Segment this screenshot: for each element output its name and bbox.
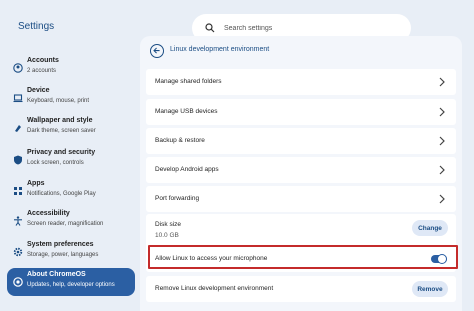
microphone-toggle[interactable]	[431, 254, 447, 264]
sidebar-item-privacy[interactable]: Privacy and security Lock screen, contro…	[7, 146, 135, 174]
sidebar-item-title: Device	[27, 87, 50, 94]
sidebar-item-subtitle: 2 accounts	[27, 68, 57, 74]
sidebar-item-accounts[interactable]: Accounts 2 accounts	[7, 54, 135, 82]
chevron-right-icon	[439, 165, 445, 175]
laptop-icon	[13, 94, 23, 103]
change-disk-size-button[interactable]: Change	[412, 220, 448, 236]
main-panel: Linux development environment Manage sha…	[140, 36, 462, 311]
chevron-right-icon	[439, 107, 445, 117]
account-icon	[13, 63, 23, 73]
settings-window: Settings Accounts 2 accounts Device Keyb…	[0, 0, 474, 311]
search-icon	[205, 23, 215, 33]
sidebar-item-title: Apps	[27, 180, 45, 187]
sidebar-item-accessibility[interactable]: Accessibility Screen reader, magnificati…	[7, 207, 135, 235]
sidebar-item-subtitle: Lock screen, controls	[27, 160, 84, 166]
sidebar-item-subtitle: Updates, help, developer options	[27, 282, 115, 288]
sidebar-item-title: Wallpaper and style	[27, 117, 93, 124]
sidebar-item-subtitle: Keyboard, mouse, print	[27, 98, 90, 104]
sidebar-item-apps[interactable]: Apps Notifications, Google Play	[7, 177, 135, 205]
sidebar-item-title: Accessibility	[27, 210, 70, 217]
develop-android-apps-row[interactable]: Develop Android apps	[146, 157, 456, 183]
sidebar-item-subtitle: Screen reader, magnification	[27, 221, 104, 227]
sidebar-item-about[interactable]: About ChromeOS Updates, help, developer …	[7, 268, 135, 296]
sidebar: Accounts 2 accounts Device Keyboard, mou…	[0, 50, 136, 311]
sidebar-item-title: Privacy and security	[27, 149, 96, 156]
disk-size-label: Disk size	[155, 221, 182, 228]
app-title: Settings	[18, 21, 55, 32]
disk-size-row: Disk size 10.0 GB Change	[146, 214, 456, 250]
microphone-access-row[interactable]: Allow Linux to access your microphone	[146, 246, 456, 272]
search-input[interactable]	[224, 20, 394, 36]
toggle-knob	[437, 254, 447, 264]
row-label: Manage USB devices	[155, 108, 218, 115]
sidebar-item-system[interactable]: System preferences Storage, power, langu…	[7, 238, 135, 266]
sidebar-item-wallpaper[interactable]: Wallpaper and style Dark theme, screen s…	[7, 114, 135, 142]
chevron-right-icon	[439, 77, 445, 87]
row-label: Manage shared folders	[155, 78, 222, 85]
sidebar-item-title: Accounts	[27, 57, 59, 64]
shield-icon	[14, 155, 22, 165]
gear-icon	[13, 247, 23, 257]
manage-usb-devices-row[interactable]: Manage USB devices	[146, 99, 456, 125]
sidebar-item-device[interactable]: Device Keyboard, mouse, print	[7, 84, 135, 112]
sidebar-item-subtitle: Dark theme, screen saver	[27, 128, 96, 134]
back-arrow-icon[interactable]	[150, 44, 164, 58]
disk-size-value: 10.0 GB	[155, 232, 179, 239]
row-label: Port forwarding	[155, 195, 200, 202]
chevron-right-icon	[439, 194, 445, 204]
sidebar-item-subtitle: Notifications, Google Play	[27, 191, 96, 197]
sidebar-item-title: System preferences	[27, 241, 94, 248]
apps-grid-icon	[14, 187, 22, 195]
manage-shared-folders-row[interactable]: Manage shared folders	[146, 69, 456, 95]
chromeos-icon	[13, 277, 23, 287]
remove-linux-button[interactable]: Remove	[412, 281, 448, 297]
row-label: Develop Android apps	[155, 166, 219, 173]
row-label: Backup & restore	[155, 137, 205, 144]
sidebar-item-title: About ChromeOS	[27, 271, 86, 278]
accessibility-icon	[14, 216, 22, 226]
page-title: Linux development environment	[170, 46, 270, 53]
row-label: Allow Linux to access your microphone	[155, 255, 268, 262]
palette-icon	[15, 125, 21, 132]
remove-linux-row: Remove Linux development environment Rem…	[146, 276, 456, 302]
chevron-right-icon	[439, 136, 445, 146]
sidebar-item-subtitle: Storage, power, languages	[27, 252, 99, 258]
row-label: Remove Linux development environment	[155, 285, 274, 292]
port-forwarding-row[interactable]: Port forwarding	[146, 186, 456, 212]
backup-restore-row[interactable]: Backup & restore	[146, 128, 456, 154]
